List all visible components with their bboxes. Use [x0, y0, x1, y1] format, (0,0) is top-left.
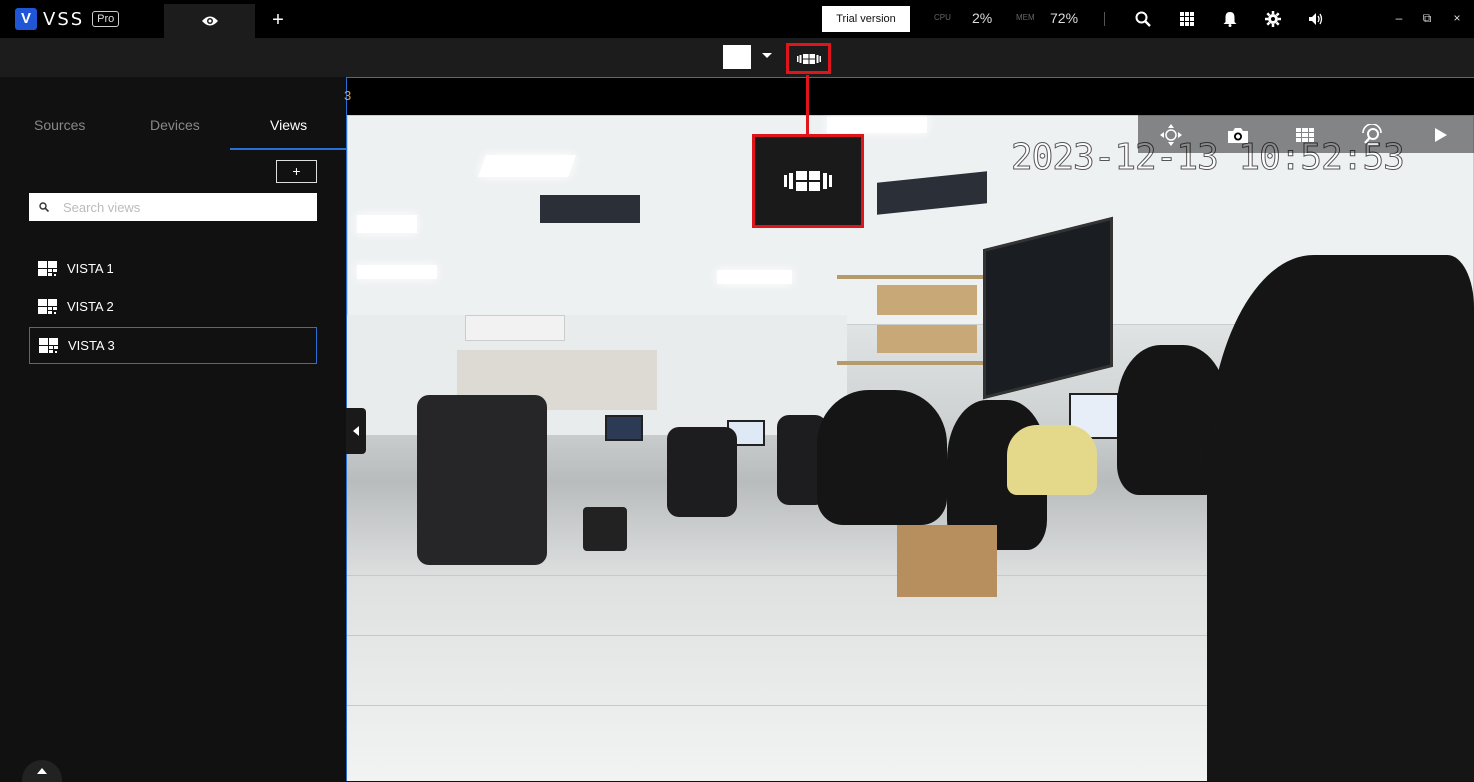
- camera-icon[interactable]: [1227, 124, 1249, 146]
- chevron-down-icon[interactable]: [762, 53, 772, 58]
- search-icon: [39, 202, 49, 212]
- add-tab-button[interactable]: +: [266, 8, 290, 32]
- volume-icon[interactable]: [1306, 9, 1326, 29]
- video-pane[interactable]: 3 2023-12-13 10:52:53: [344, 77, 1474, 781]
- divider: [1104, 12, 1105, 26]
- fit-view-icon: [784, 171, 832, 191]
- callout-connector: [806, 75, 809, 135]
- cpu-label: CPU: [934, 13, 951, 22]
- minimize-icon[interactable]: –: [1391, 11, 1407, 25]
- logo-mark: V: [15, 8, 37, 30]
- view-item-label: VISTA 2: [67, 299, 114, 314]
- layout-toolbar: [0, 38, 1474, 77]
- view-item-label: VISTA 1: [67, 261, 114, 276]
- apps-grid-icon[interactable]: [1177, 9, 1197, 29]
- view-layout-icon: [38, 260, 57, 276]
- person-yellow-jacket: [1007, 425, 1097, 495]
- add-view-button[interactable]: +: [276, 160, 317, 183]
- layout-selector[interactable]: [723, 45, 751, 69]
- camera-toolbar: [1138, 115, 1474, 153]
- mem-value: 72%: [1050, 10, 1079, 26]
- search-views-input[interactable]: [63, 199, 303, 215]
- tab-views[interactable]: Views: [270, 117, 307, 133]
- gear-icon[interactable]: [1263, 9, 1283, 29]
- collapse-sidebar-handle[interactable]: [346, 408, 366, 454]
- app-logo: V VSS Pro: [15, 8, 120, 30]
- mem-label: MEM: [1016, 13, 1035, 22]
- fit-view-button-highlight[interactable]: [786, 43, 831, 74]
- tab-live-view[interactable]: [164, 4, 255, 38]
- fit-view-icon: [796, 53, 821, 64]
- search-icon[interactable]: [1133, 9, 1153, 29]
- view-item-vista-1[interactable]: VISTA 1: [29, 250, 317, 287]
- video-title-bar: 3: [344, 78, 1474, 115]
- top-bar: V VSS Pro + Trial version CPU 2% MEM 72%…: [0, 0, 1474, 38]
- tab-devices[interactable]: Devices: [150, 117, 200, 133]
- active-tab-indicator: [230, 148, 346, 150]
- search-box: [29, 193, 317, 221]
- chevron-left-icon: [353, 426, 359, 436]
- sidebar: Sources Devices Views + VISTA 1 VISTA 2 …: [0, 77, 346, 782]
- eye-icon: [201, 16, 218, 26]
- view-item-vista-3[interactable]: VISTA 3: [29, 327, 317, 364]
- trial-version-button[interactable]: Trial version: [822, 6, 910, 32]
- view-item-label: VISTA 3: [68, 338, 115, 353]
- cpu-value: 2%: [972, 10, 993, 26]
- collapse-panel-button[interactable]: [22, 760, 62, 782]
- logo-text: VSS: [43, 8, 85, 30]
- tab-sources[interactable]: Sources: [34, 117, 85, 133]
- view-item-vista-2[interactable]: VISTA 2: [29, 288, 317, 325]
- video-title: 3: [344, 88, 352, 103]
- move-icon[interactable]: [1160, 124, 1182, 146]
- close-icon[interactable]: ×: [1449, 11, 1465, 25]
- bell-icon[interactable]: [1220, 9, 1240, 29]
- fit-view-callout: [752, 134, 864, 228]
- wall-tv: [983, 216, 1113, 400]
- layout-grid-icon[interactable]: [1294, 124, 1316, 146]
- digital-zoom-icon[interactable]: [1361, 124, 1383, 146]
- play-icon[interactable]: [1430, 124, 1452, 146]
- chevron-up-icon: [37, 768, 47, 774]
- camera-feed[interactable]: 2023-12-13 10:52:53: [347, 115, 1474, 781]
- view-layout-icon: [39, 337, 58, 353]
- restore-icon[interactable]: ⧉: [1419, 11, 1435, 26]
- logo-pro-badge: Pro: [92, 11, 120, 27]
- view-layout-icon: [38, 298, 57, 314]
